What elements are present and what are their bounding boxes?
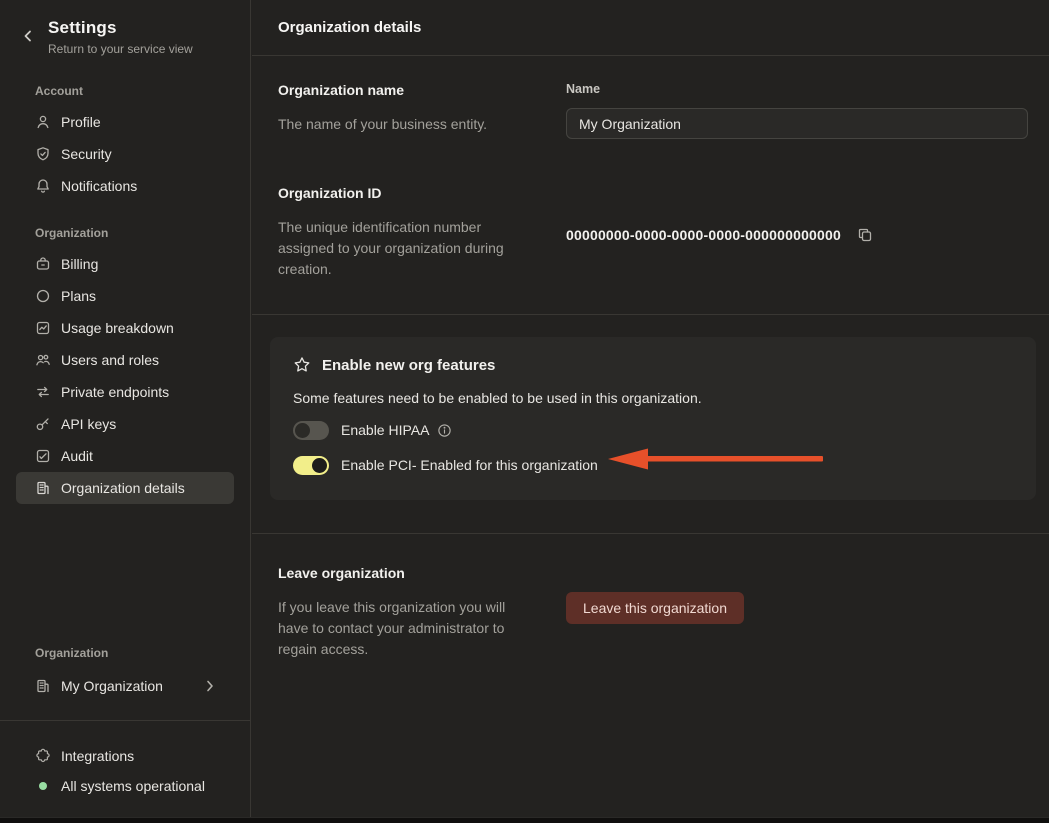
- integrations-label: Integrations: [61, 748, 135, 764]
- org-switcher[interactable]: My Organization: [16, 670, 234, 702]
- features-title: Enable new org features: [322, 356, 496, 374]
- pci-toggle[interactable]: [293, 455, 329, 475]
- key-icon: [35, 416, 51, 432]
- org-switcher-label: Organization: [35, 646, 109, 660]
- sidebar-item-notifications[interactable]: Notifications: [16, 170, 234, 202]
- hipaa-toggle-row: Enable HIPAA: [293, 419, 1013, 441]
- info-icon[interactable]: [437, 423, 452, 438]
- leave-organization-button[interactable]: Leave this organization: [566, 592, 744, 624]
- sidebar-item-audit[interactable]: Audit: [16, 440, 234, 472]
- org-id-section: Organization ID The unique identificatio…: [278, 185, 1028, 280]
- org-id-description: The unique identification number assigne…: [278, 219, 504, 277]
- page-title: Organization details: [278, 19, 422, 36]
- hipaa-toggle[interactable]: [293, 420, 329, 440]
- sidebar-item-label: Notifications: [61, 178, 138, 194]
- pci-toggle-row: Enable PCI- Enabled for this organizatio…: [293, 454, 1013, 476]
- audit-icon: [35, 448, 51, 464]
- integrations-link[interactable]: Integrations: [0, 741, 250, 771]
- sidebar-item-api-keys[interactable]: API keys: [16, 408, 234, 440]
- leave-org-section: Leave organization If you leave this org…: [278, 565, 1028, 660]
- copy-button[interactable]: [857, 227, 873, 243]
- shield-icon: [35, 146, 51, 162]
- back-button[interactable]: [16, 24, 40, 48]
- sidebar-item-label: Private endpoints: [61, 384, 170, 400]
- circle-icon: [35, 288, 51, 304]
- chevron-right-icon: [206, 680, 214, 692]
- hipaa-toggle-label: Enable HIPAA: [341, 422, 430, 438]
- sidebar-item-label: Billing: [61, 256, 99, 272]
- sidebar-header: Settings Return to your service view: [0, 0, 250, 56]
- people-icon: [35, 352, 51, 368]
- features-description: Some features need to be enabled to be u…: [293, 390, 702, 406]
- sidebar-item-users-and-roles[interactable]: Users and roles: [16, 344, 234, 376]
- sidebar: Settings Return to your service view Acc…: [0, 0, 251, 817]
- chevron-left-icon: [23, 30, 33, 42]
- org-name-section: Organization name The name of your busin…: [278, 82, 1028, 139]
- building-icon: [35, 678, 51, 694]
- pci-toggle-label: Enable PCI- Enabled for this organizatio…: [341, 457, 598, 473]
- org-switcher-name: My Organization: [61, 678, 163, 694]
- window-bottom-edge: [0, 817, 1049, 823]
- status-label: All systems operational: [61, 778, 205, 794]
- settings-app: Settings Return to your service view Acc…: [0, 0, 1049, 823]
- sidebar-item-label: Usage breakdown: [61, 320, 174, 336]
- leave-org-description: If you leave this organization you will …: [278, 599, 506, 657]
- sidebar-item-billing[interactable]: Billing: [16, 248, 234, 280]
- sidebar-item-label: Audit: [61, 448, 93, 464]
- puzzle-icon: [35, 748, 51, 764]
- sidebar-item-usage-breakdown[interactable]: Usage breakdown: [16, 312, 234, 344]
- org-name-title: Organization name: [278, 82, 405, 98]
- sidebar-subtitle[interactable]: Return to your service view: [48, 42, 193, 56]
- billing-icon: [35, 256, 51, 272]
- sidebar-item-plans[interactable]: Plans: [16, 280, 234, 312]
- sidebar-title: Settings: [48, 18, 117, 37]
- section-label-account: Account: [35, 84, 83, 98]
- org-id-title: Organization ID: [278, 185, 382, 201]
- sidebar-item-label: Users and roles: [61, 352, 160, 368]
- system-status[interactable]: All systems operational: [0, 771, 250, 801]
- org-name-input[interactable]: [566, 108, 1028, 139]
- sidebar-item-security[interactable]: Security: [16, 138, 234, 170]
- sidebar-item-label: Plans: [61, 288, 97, 304]
- sidebar-item-label: Security: [61, 146, 112, 162]
- sidebar-item-label: API keys: [61, 416, 117, 432]
- org-name-description: The name of your business entity.: [278, 116, 488, 132]
- leave-org-title: Leave organization: [278, 565, 405, 581]
- main-panel: Organization details Organization name T…: [252, 0, 1049, 817]
- star-icon: [293, 356, 311, 374]
- sidebar-item-organization-details[interactable]: Organization details: [16, 472, 234, 504]
- chart-icon: [35, 320, 51, 336]
- main-header: Organization details: [252, 0, 1049, 56]
- swap-arrows-icon: [35, 384, 51, 400]
- status-dot-icon: [39, 782, 47, 790]
- features-card: Enable new org features Some features ne…: [270, 337, 1036, 500]
- building-icon: [35, 480, 51, 496]
- sidebar-item-label: Organization details: [61, 480, 185, 496]
- section-divider: [252, 533, 1049, 534]
- name-field-label: Name: [566, 82, 601, 96]
- section-divider: [252, 314, 1049, 315]
- section-label-organization: Organization: [35, 226, 109, 240]
- sidebar-item-profile[interactable]: Profile: [16, 106, 234, 138]
- person-icon: [35, 114, 51, 130]
- bell-icon: [35, 178, 51, 194]
- org-id-value: 00000000-0000-0000-0000-000000000000: [566, 227, 842, 243]
- sidebar-item-label: Profile: [61, 114, 101, 130]
- sidebar-item-private-endpoints[interactable]: Private endpoints: [16, 376, 234, 408]
